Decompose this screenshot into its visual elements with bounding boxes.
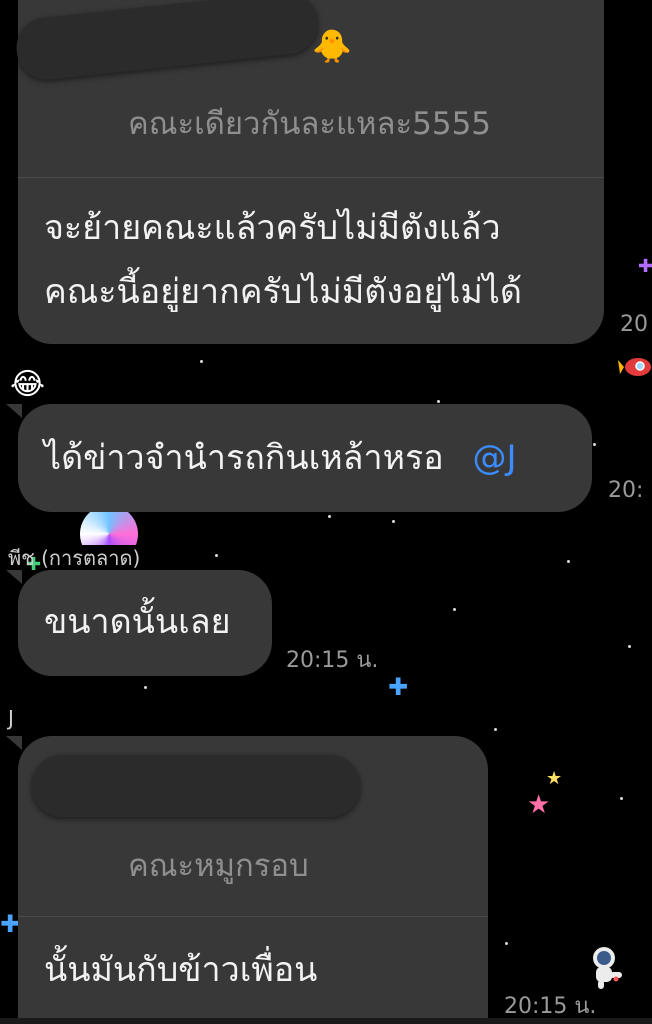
star-icon: ★: [546, 768, 563, 789]
star-icon: ★: [527, 790, 551, 820]
star-dot: [567, 560, 570, 563]
reply-divider: [18, 177, 604, 178]
redacted-quote-header: [32, 755, 360, 817]
sparkle-plus-icon: ✚: [638, 256, 652, 277]
star-dot: [453, 608, 456, 611]
sender-name: J: [8, 706, 14, 730]
star-dot: [328, 515, 331, 518]
star-dot: [392, 520, 395, 523]
astronaut-icon: [586, 944, 626, 990]
message-text-line: คณะนี้อยู่ยากครับไม่มีตังอยู่ไม่ได้: [44, 272, 522, 312]
sparkle-plus-icon: ✚: [388, 673, 409, 701]
bubble-tail: [6, 404, 22, 418]
bubble-tail: [6, 736, 22, 750]
star-dot: [628, 645, 631, 648]
reply-quote-text: คณะเดียวกันละแหละ5555: [128, 106, 492, 142]
star-dot: [593, 443, 596, 446]
message-time: 20: [620, 312, 648, 337]
rocket-icon: [618, 350, 652, 384]
mention-link[interactable]: @J: [473, 438, 517, 478]
star-dot: [437, 400, 440, 403]
star-dot: [620, 797, 623, 800]
reply-divider: [18, 916, 488, 917]
message-text: ได้ข่าวจำนำรถกินเหล้าหรอ @J: [44, 428, 517, 488]
chick-emoji: 🐥: [312, 27, 352, 65]
star-dot: [200, 360, 203, 363]
message-text: ขนาดนั้นเลย: [44, 602, 231, 642]
message-text: นั้นมันกับข้าวเพื่อน: [44, 950, 318, 990]
message-text-line: จะย้ายคณะแล้วครับไม่มีตังแล้ว: [44, 208, 501, 248]
bottom-bar: [0, 1018, 652, 1024]
star-dot: [505, 942, 508, 945]
reply-quote-text: คณะหมูกรอบ: [128, 848, 309, 884]
star-dot: [215, 554, 218, 557]
bubble-tail: [6, 570, 22, 584]
message-time: 20:15 น.: [286, 648, 379, 673]
star-dot: [494, 728, 497, 731]
star-dot: [144, 686, 147, 689]
laugh-emoji-avatar: 😂: [10, 367, 46, 402]
message-time: 20:: [608, 478, 644, 503]
message-text-body: ได้ข่าวจำนำรถกินเหล้าหรอ: [44, 438, 444, 478]
